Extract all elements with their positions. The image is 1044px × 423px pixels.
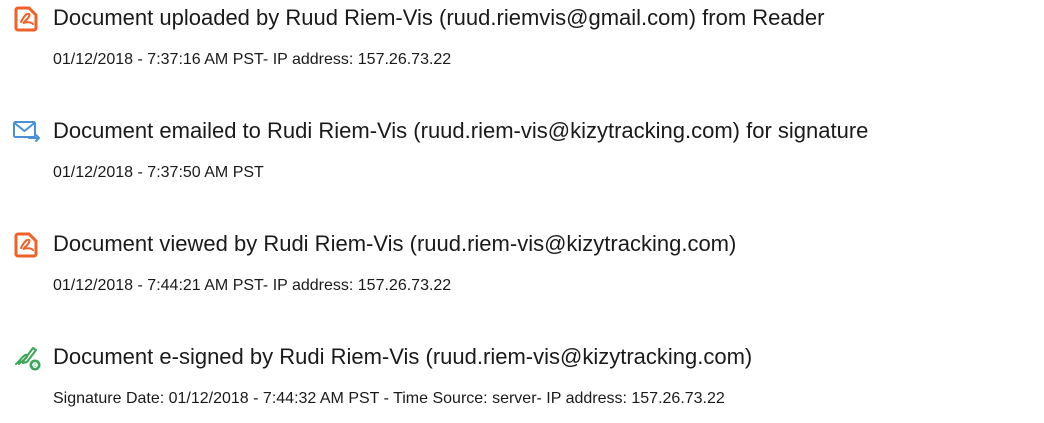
event-title: Document emailed to Rudi Riem-Vis (ruud.… [53, 118, 869, 143]
event-title: Document e-signed by Rudi Riem-Vis (ruud… [53, 344, 753, 369]
document-viewed-icon [12, 229, 42, 259]
event-title: Document viewed by Rudi Riem-Vis (ruud.r… [53, 231, 737, 256]
event-timestamp: 01/12/2018 - 7:37:16 AM PST- IP address:… [53, 51, 452, 68]
audit-event-viewed: Document viewed by Rudi Riem-Vis (ruud.r… [0, 229, 1044, 309]
e-sign-pen-icon [12, 342, 42, 372]
email-sent-icon [12, 116, 42, 146]
audit-event-emailed: Document emailed to Rudi Riem-Vis (ruud.… [0, 116, 1044, 196]
audit-event-signed: Document e-signed by Rudi Riem-Vis (ruud… [0, 342, 1044, 422]
audit-event-uploaded: Document uploaded by Ruud Riem-Vis (ruud… [0, 3, 1044, 83]
event-timestamp: 01/12/2018 - 7:37:50 AM PST [53, 164, 264, 181]
event-title: Document uploaded by Ruud Riem-Vis (ruud… [53, 5, 825, 30]
event-timestamp: 01/12/2018 - 7:44:21 AM PST- IP address:… [53, 277, 452, 294]
event-timestamp: Signature Date: 01/12/2018 - 7:44:32 AM … [53, 390, 725, 407]
document-upload-icon [12, 3, 42, 33]
